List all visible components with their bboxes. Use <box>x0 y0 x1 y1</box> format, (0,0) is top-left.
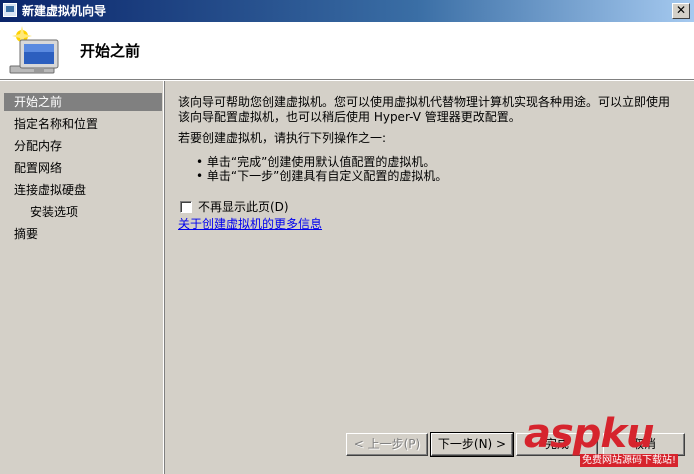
window-app-icon <box>3 3 17 17</box>
step-name-location[interactable]: 指定名称和位置 <box>4 115 162 133</box>
next-button[interactable]: 下一步(N) > <box>430 432 514 457</box>
title-bar[interactable]: 新建虚拟机向导 ✕ <box>0 0 694 22</box>
step-configure-network[interactable]: 配置网络 <box>4 159 162 177</box>
bullet-next: • 单击“下一步”创建具有自定义配置的虚拟机。 <box>196 169 448 183</box>
dont-show-checkbox[interactable] <box>180 201 192 213</box>
bullet-finish: • 单击“完成”创建使用默认值配置的虚拟机。 <box>196 155 436 169</box>
wizard-header: 开始之前 <box>0 22 694 80</box>
step-connect-vhd[interactable]: 连接虚拟硬盘 <box>4 181 162 199</box>
wizard-window: 新建虚拟机向导 ✕ 开始之前 开始之前 指定名称和位置 分配内存 配置网络 连接… <box>0 0 694 474</box>
step-install-options[interactable]: 安装选项 <box>4 203 162 221</box>
step-assign-memory[interactable]: 分配内存 <box>4 137 162 155</box>
watermark-text: aspku <box>524 411 655 457</box>
dont-show-label[interactable]: 不再显示此页(D) <box>198 200 289 214</box>
page-title: 开始之前 <box>80 42 141 60</box>
step-summary[interactable]: 摘要 <box>4 225 162 243</box>
intro-paragraph: 该向导可帮助您创建虚拟机。您可以使用虚拟机代替物理计算机实现各种用途。可以立即使… <box>178 95 671 124</box>
previous-button[interactable]: < 上一步(P) <box>346 433 428 456</box>
instructions-paragraph: 若要创建虚拟机，请执行下列操作之一: <box>178 131 387 145</box>
step-before-you-begin[interactable]: 开始之前 <box>4 93 162 111</box>
more-info-link[interactable]: 关于创建虚拟机的更多信息 <box>178 217 322 232</box>
computer-wizard-icon <box>9 26 59 74</box>
window-title: 新建虚拟机向导 <box>22 4 107 18</box>
wizard-steps-nav: 开始之前 指定名称和位置 分配内存 配置网络 连接虚拟硬盘 安装选项 摘要 <box>0 81 164 474</box>
watermark-logo: aspku 免费网站源码下载站! <box>524 412 694 473</box>
watermark-subtext: 免费网站源码下载站! <box>580 454 679 467</box>
close-button[interactable]: ✕ <box>672 3 690 19</box>
